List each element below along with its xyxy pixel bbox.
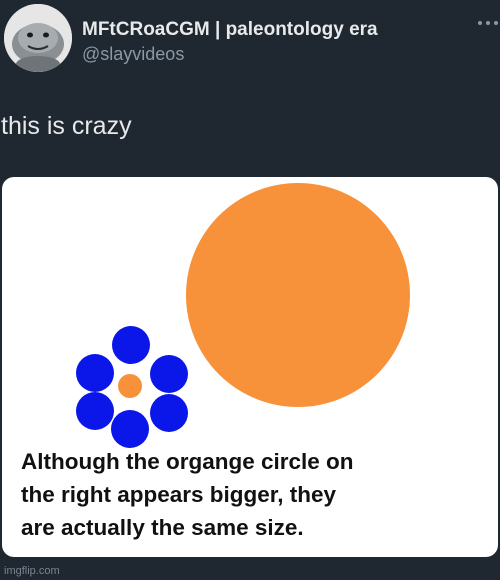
tweet-media-image[interactable]: Although the organge circle on the right…	[2, 177, 498, 557]
illusion-caption: Although the organge circle on the right…	[21, 445, 491, 544]
author-handle[interactable]: @slayvideos	[82, 44, 184, 65]
blue-circle-lower-right	[150, 394, 188, 432]
blue-circle-upper-right	[150, 355, 188, 393]
author-display-name[interactable]: MFtCRoaCGM | paleontology era	[82, 19, 378, 41]
blue-circle-lower-left	[76, 392, 114, 430]
imgflip-watermark: imgflip.com	[4, 565, 60, 577]
small-orange-circle	[118, 374, 142, 398]
blue-circle-bottom	[111, 410, 149, 448]
tweet-text: this is crazy	[1, 112, 132, 140]
more-dots-icon[interactable]	[478, 16, 500, 30]
plush-creature-avatar-icon	[4, 4, 72, 72]
caption-line: are actually the same size.	[21, 515, 304, 540]
caption-line: the right appears bigger, they	[21, 482, 337, 507]
blue-circle-top	[112, 326, 150, 364]
tweet-header: MFtCRoaCGM | paleontology era @slayvideo…	[0, 0, 500, 90]
blue-circle-upper-left	[76, 354, 114, 392]
caption-line: Although the organge circle on	[21, 449, 354, 474]
large-orange-circle	[186, 183, 410, 407]
avatar[interactable]	[4, 4, 72, 72]
